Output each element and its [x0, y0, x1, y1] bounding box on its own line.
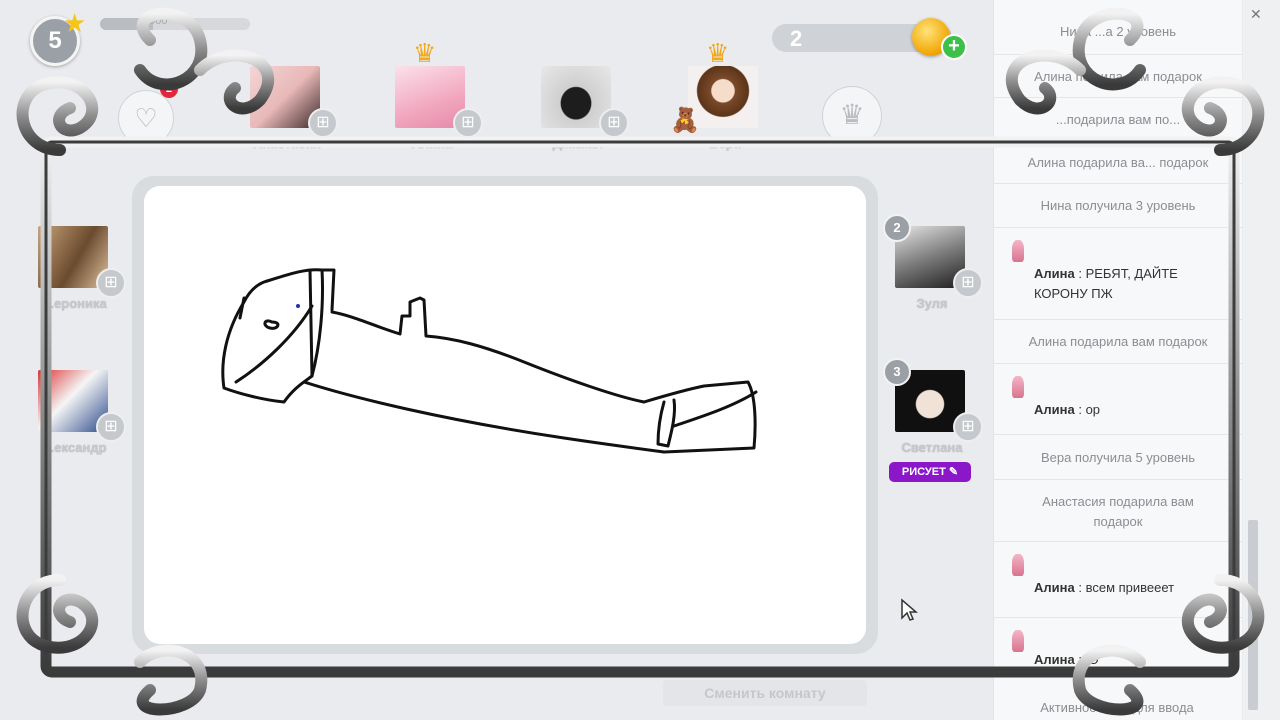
crown-icon: ♛	[706, 38, 730, 68]
chat-system-message: Нина ...а 2 уровень	[994, 0, 1242, 55]
chat-system-message: Анастасия подарила вам подарок	[994, 480, 1242, 542]
chat-user-message: Алина : всем привееет	[994, 542, 1242, 618]
player-menu-icon[interactable]: ⊞	[308, 108, 338, 138]
player-name: Алина	[411, 136, 453, 151]
chat-system-message: Нина получила 3 уровень	[994, 184, 1242, 228]
change-room-button[interactable]: Сменить комнату	[663, 680, 867, 706]
close-icon[interactable]: ✕	[1250, 6, 1262, 23]
drawing-status-label: РИСУЕТ	[901, 466, 946, 478]
player-name: Джамал	[552, 136, 604, 151]
chat-text: :D	[1085, 652, 1099, 667]
player-menu-icon[interactable]: ⊞	[453, 108, 483, 138]
chat-system-message: Алина подарила вам подарок	[994, 320, 1242, 364]
crown-button[interactable]: ♛	[822, 86, 882, 146]
player-menu-icon[interactable]: ⊞	[953, 268, 983, 298]
drawing-sketch	[221, 268, 758, 454]
player-slot-6[interactable]: ⊞ ...ександр	[38, 370, 126, 455]
player-slot-7[interactable]: 2 ⊞ Зуля	[883, 214, 983, 311]
scrollbar-thumb[interactable]	[1248, 520, 1258, 710]
chat-user-message: Алина : :D	[994, 618, 1242, 688]
user-avatar-icon	[1012, 630, 1024, 652]
chat-system-message: ...подарила вам по...	[994, 98, 1242, 141]
player-slot-5[interactable]: ⊞ ...ероника	[38, 226, 126, 311]
chat-author: Алина	[1034, 266, 1075, 281]
chat-user-message: Алина : ор	[994, 364, 1242, 435]
player-slot-8[interactable]: 3 ⊞ Светлана РИСУЕТ ✎	[883, 358, 983, 482]
player-menu-icon[interactable]: ⊞	[96, 268, 126, 298]
user-avatar-icon	[1012, 240, 1024, 262]
chat-author: Алина	[1034, 652, 1075, 667]
player-slot-2[interactable]: ♛ ⊞ Алина	[395, 40, 483, 151]
drawing-area	[132, 176, 878, 654]
chat-text: ор	[1085, 402, 1101, 417]
player-name: Светлана	[901, 440, 963, 455]
drawing-status-badge: РИСУЕТ ✎	[889, 462, 971, 482]
player-number: 2	[883, 214, 911, 242]
player-name: ...ександр	[43, 440, 107, 455]
player-name: ...ероника	[43, 296, 107, 311]
chat-system-message: Вера получила 5 уровень	[994, 435, 1242, 480]
star-icon: ★	[63, 8, 87, 38]
chat-panel[interactable]: Нина ...а 2 уровень Алина по...ила вам п…	[993, 0, 1242, 720]
xp-progress-bar	[100, 18, 250, 30]
chat-system-message: Алина подарила ва... подарок	[994, 141, 1242, 184]
gift-button[interactable]: ♡	[118, 90, 174, 146]
player-menu-icon[interactable]: ⊞	[96, 412, 126, 442]
user-avatar-icon	[1012, 376, 1024, 398]
chat-user-message: Алина : РЕБЯТ, ДАЙТЕ КОРОНУ ПЖ	[994, 228, 1242, 320]
player-slot-3[interactable]: ⊞ Джамал	[541, 66, 629, 151]
add-coins-button[interactable]: +	[941, 34, 967, 60]
mouse-cursor-icon	[900, 598, 919, 627]
chat-text: всем привееет	[1085, 580, 1175, 595]
player-slot-1[interactable]: ⊞ Анастасия	[250, 66, 338, 151]
chat-input-field[interactable]: Активное поле для ввода	[993, 700, 1241, 715]
player-name: Анастасия	[252, 136, 322, 151]
chat-author: Алина	[1034, 580, 1075, 595]
player-slot-4[interactable]: ♛ 🧸 Вера	[670, 40, 764, 151]
user-avatar-icon	[1012, 554, 1024, 576]
teddy-bear-icon: 🧸	[670, 107, 700, 134]
gift-count-badge: 2	[160, 80, 178, 98]
chat-author: Алина	[1034, 402, 1075, 417]
player-name: Зуля	[916, 296, 948, 311]
player-name: Вера	[709, 136, 741, 151]
coin-count: 2	[790, 26, 803, 51]
player-menu-icon[interactable]: ⊞	[953, 412, 983, 442]
drawing-canvas[interactable]	[144, 186, 866, 644]
player-number: 3	[883, 358, 911, 386]
xp-text: ...000	[140, 15, 168, 27]
player-menu-icon[interactable]: ⊞	[599, 108, 629, 138]
chat-system-message: Алина по...ила вам подарок	[994, 55, 1242, 98]
crown-icon: ♛	[413, 38, 437, 68]
